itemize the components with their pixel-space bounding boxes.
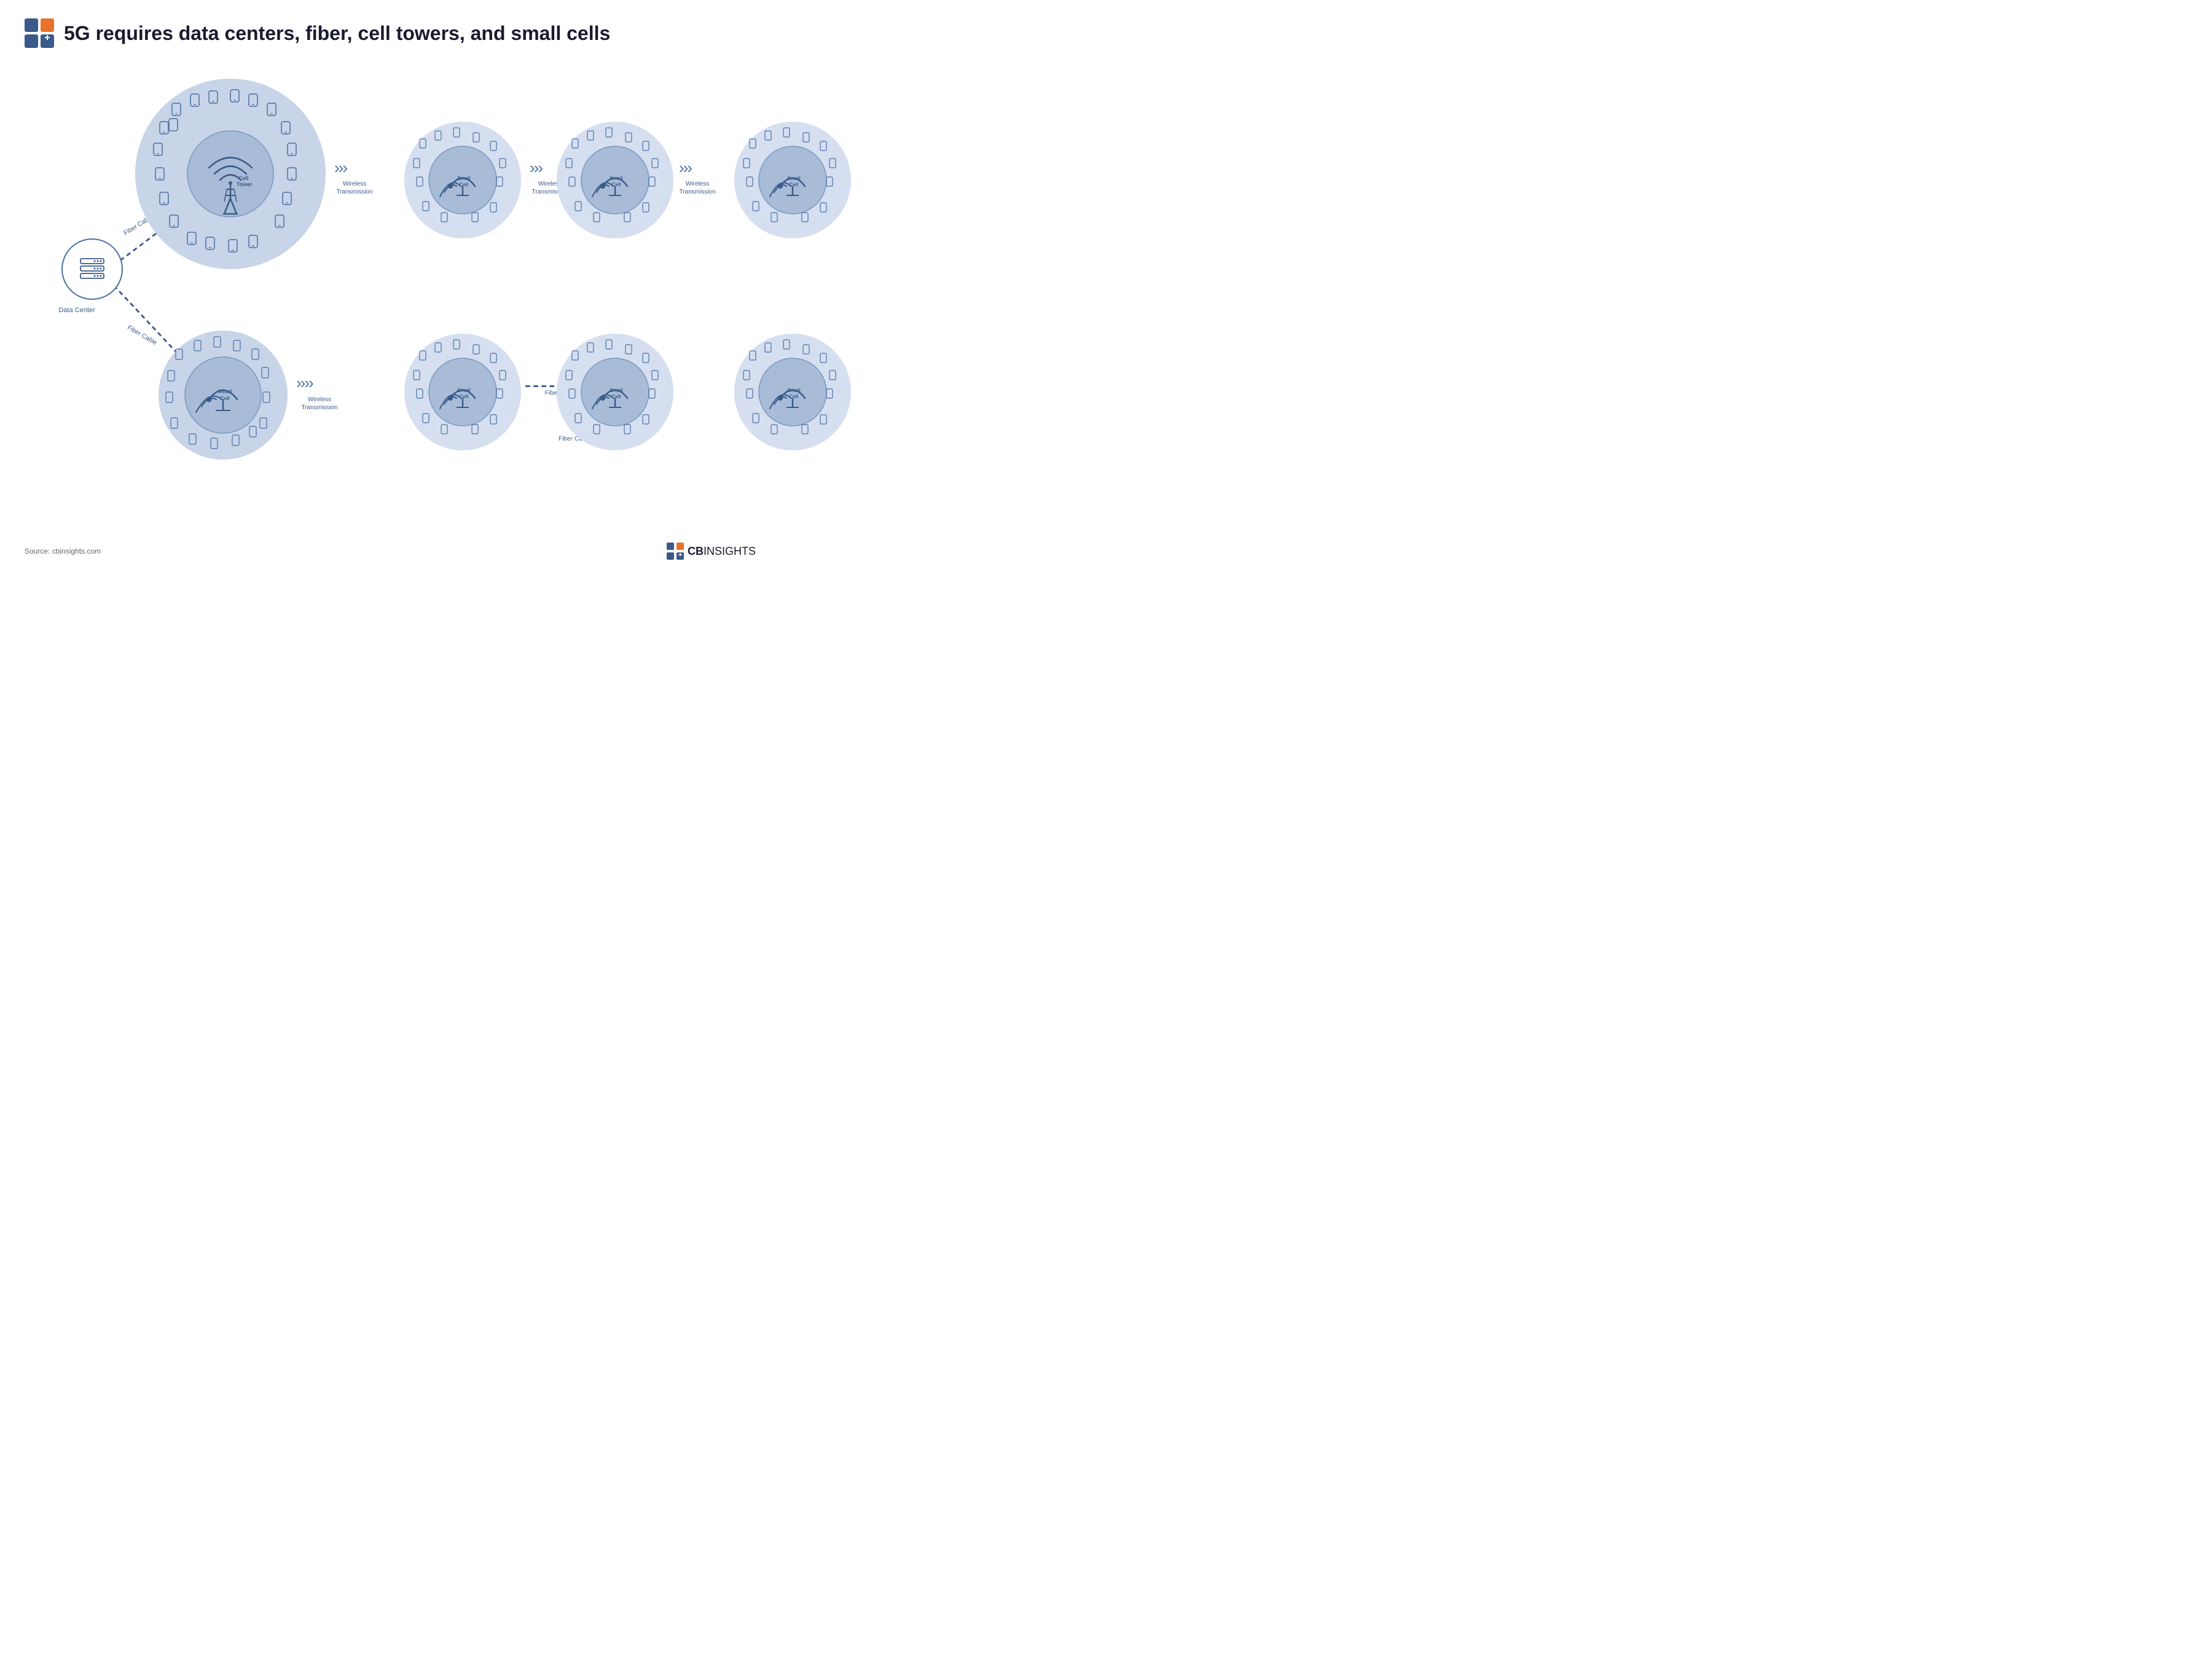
svg-text:Small: Small (787, 176, 800, 181)
svg-text:Small: Small (457, 388, 470, 393)
data-center-node (61, 238, 123, 300)
page-header: 5G requires data centers, fiber, cell to… (25, 18, 756, 48)
brand-logo: CBINSIGHTS (667, 543, 756, 560)
page-footer: Source: cbinsights.com CBINSIGHTS (25, 543, 756, 560)
small-cell-node-bottom-4: Small Cell (734, 334, 851, 450)
diagram-area: Fiber Cable Fiber Cable Fiber Cable (25, 66, 756, 533)
svg-text:Cell: Cell (460, 394, 469, 399)
svg-text:Cell: Cell (220, 395, 230, 401)
wireless-label-1: Wireless Transmission (330, 180, 379, 196)
svg-text:Cell: Cell (460, 182, 469, 187)
small-cell-node-bottom-1: Small Cell (159, 331, 288, 460)
svg-text:Cell: Cell (790, 182, 799, 187)
small-cell-node-bottom-3: Small Cell (557, 334, 673, 450)
svg-text:Cell: Cell (612, 182, 621, 187)
wireless-label-4: Wireless Transmission (292, 396, 347, 412)
svg-text:Cell: Cell (612, 394, 621, 399)
cell-tower-circle-content: Cell Tower (135, 79, 326, 269)
wireless-label-3: Wireless Transmission (673, 180, 722, 196)
svg-text:Cell: Cell (790, 394, 799, 399)
wireless-arrows-2: ››› (530, 159, 542, 178)
small-cell-node-1: Small Cell (404, 122, 521, 238)
svg-text:Small: Small (218, 388, 232, 394)
brand-logo-icon (667, 543, 684, 560)
small-cell-node-3: Small Cell (734, 122, 851, 238)
small-cell-node-2: Small Cell (557, 122, 673, 238)
cell-tower-circle: Cell Tower (135, 79, 326, 269)
svg-text:Fiber Cable: Fiber Cable (126, 324, 158, 347)
server-icon (74, 251, 110, 287)
small-cell-node-bottom-2: Small Cell (404, 334, 521, 450)
svg-text:Small: Small (457, 176, 470, 181)
svg-text:Small: Small (610, 176, 622, 181)
svg-text:Tower: Tower (237, 181, 253, 187)
brand-text: CBINSIGHTS (688, 545, 756, 558)
svg-text:Small: Small (610, 388, 622, 393)
cbinsights-logo-icon (25, 18, 54, 48)
wireless-arrows-4: ›››› (296, 374, 313, 393)
data-center-label: Data Center (46, 306, 108, 315)
svg-text:Small: Small (787, 388, 800, 393)
wireless-arrows-3: ››› (679, 159, 691, 178)
wireless-arrows-1: ››› (334, 159, 347, 178)
source-label: Source: cbinsights.com (25, 547, 101, 555)
page-title: 5G requires data centers, fiber, cell to… (64, 22, 610, 45)
svg-text:Cell: Cell (238, 175, 249, 181)
